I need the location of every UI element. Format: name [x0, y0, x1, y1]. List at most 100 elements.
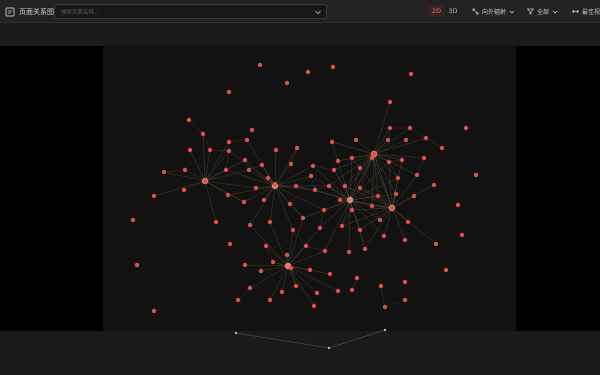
filter-dropdown[interactable]: 全部: [527, 5, 558, 18]
graph-node[interactable]: [403, 137, 409, 143]
graph-node[interactable]: [443, 267, 449, 273]
graph-node[interactable]: [402, 237, 408, 243]
chevron-down-icon[interactable]: [314, 8, 322, 16]
graph-node[interactable]: [371, 151, 377, 157]
graph-node[interactable]: [405, 219, 411, 225]
graph-node[interactable]: [414, 172, 420, 178]
graph-node[interactable]: [307, 267, 313, 273]
graph-node[interactable]: [263, 243, 269, 249]
graph-node[interactable]: [287, 201, 293, 207]
graph-node[interactable]: [389, 205, 395, 211]
graph-node[interactable]: [303, 243, 309, 249]
graph-canvas[interactable]: [0, 23, 600, 375]
direction-dropdown[interactable]: 向外辐射: [472, 5, 515, 18]
graph-node[interactable]: [369, 155, 375, 161]
graph-node[interactable]: [151, 193, 157, 199]
graph-node[interactable]: [393, 191, 399, 197]
graph-node[interactable]: [459, 232, 465, 238]
graph-node[interactable]: [246, 167, 252, 173]
graph-node[interactable]: [353, 137, 359, 143]
graph-node[interactable]: [253, 185, 259, 191]
graph-node[interactable]: [227, 241, 233, 247]
graph-node[interactable]: [399, 157, 405, 163]
fit-view-button[interactable]: 最佳视: [572, 5, 600, 18]
graph-node[interactable]: [312, 187, 318, 193]
graph-node[interactable]: [187, 147, 193, 153]
graph-node[interactable]: [213, 219, 219, 225]
graph-node[interactable]: [305, 69, 311, 75]
graph-node[interactable]: [249, 127, 255, 133]
graph-node[interactable]: [439, 145, 445, 151]
graph-node[interactable]: [207, 147, 213, 153]
graph-node[interactable]: [225, 192, 231, 198]
graph-node[interactable]: [346, 249, 352, 255]
graph-hub-node[interactable]: [346, 196, 354, 204]
graph-node[interactable]: [151, 308, 157, 314]
graph-node[interactable]: [369, 203, 375, 209]
graph-node[interactable]: [314, 290, 320, 296]
graph-node[interactable]: [288, 161, 294, 167]
graph-node-small[interactable]: [327, 346, 331, 350]
graph-node[interactable]: [294, 145, 300, 151]
graph-node[interactable]: [242, 262, 248, 268]
graph-node[interactable]: [257, 62, 263, 68]
graph-node[interactable]: [322, 248, 328, 254]
graph-node[interactable]: [293, 283, 299, 289]
graph-node[interactable]: [354, 275, 360, 281]
graph-node[interactable]: [259, 162, 265, 168]
graph-node[interactable]: [293, 183, 299, 189]
graph-node[interactable]: [387, 125, 393, 131]
graph-node[interactable]: [226, 89, 232, 95]
graph-node[interactable]: [310, 163, 316, 169]
graph-node[interactable]: [331, 167, 337, 173]
graph-node[interactable]: [330, 64, 336, 70]
graph-node[interactable]: [308, 173, 314, 179]
graph-node[interactable]: [382, 304, 388, 310]
graph-node[interactable]: [270, 259, 276, 265]
graph-view[interactable]: [0, 23, 600, 375]
graph-node[interactable]: [357, 227, 363, 233]
mode-2d-button[interactable]: 2D: [429, 6, 444, 17]
graph-node[interactable]: [337, 197, 343, 203]
graph-node[interactable]: [339, 223, 345, 229]
graph-node[interactable]: [247, 222, 253, 228]
graph-node[interactable]: [433, 241, 439, 247]
graph-node[interactable]: [223, 167, 229, 173]
graph-node[interactable]: [272, 181, 278, 187]
graph-node[interactable]: [267, 297, 273, 303]
graph-node[interactable]: [284, 252, 290, 258]
graph-node[interactable]: [349, 287, 355, 293]
graph-node[interactable]: [311, 303, 317, 309]
graph-node[interactable]: [402, 279, 408, 285]
graph-node[interactable]: [279, 289, 285, 295]
graph-node[interactable]: [200, 131, 206, 137]
graph-node[interactable]: [377, 217, 383, 223]
graph-node[interactable]: [247, 285, 253, 291]
graph-node[interactable]: [161, 169, 167, 175]
graph-node[interactable]: [186, 117, 192, 123]
graph-node[interactable]: [378, 283, 384, 289]
mode-3d-button[interactable]: 3D: [446, 6, 460, 17]
graph-node[interactable]: [421, 155, 427, 161]
graph-node[interactable]: [226, 148, 232, 154]
graph-node[interactable]: [182, 167, 188, 173]
graph-node[interactable]: [386, 159, 392, 165]
graph-node[interactable]: [357, 165, 363, 171]
graph-node[interactable]: [455, 202, 461, 208]
graph-node[interactable]: [261, 197, 267, 203]
graph-node[interactable]: [431, 182, 437, 188]
graph-node[interactable]: [267, 219, 273, 225]
graph-node[interactable]: [411, 193, 417, 199]
graph-node[interactable]: [375, 193, 381, 199]
graph-node[interactable]: [362, 246, 368, 252]
graph-node[interactable]: [327, 271, 333, 277]
graph-node-small[interactable]: [383, 328, 387, 332]
graph-node[interactable]: [402, 297, 408, 303]
graph-node[interactable]: [342, 183, 348, 189]
graph-node[interactable]: [273, 147, 279, 153]
graph-node[interactable]: [329, 139, 335, 145]
graph-node[interactable]: [349, 207, 355, 213]
graph-node[interactable]: [288, 265, 294, 271]
graph-node[interactable]: [321, 207, 327, 213]
graph-node[interactable]: [181, 187, 187, 193]
